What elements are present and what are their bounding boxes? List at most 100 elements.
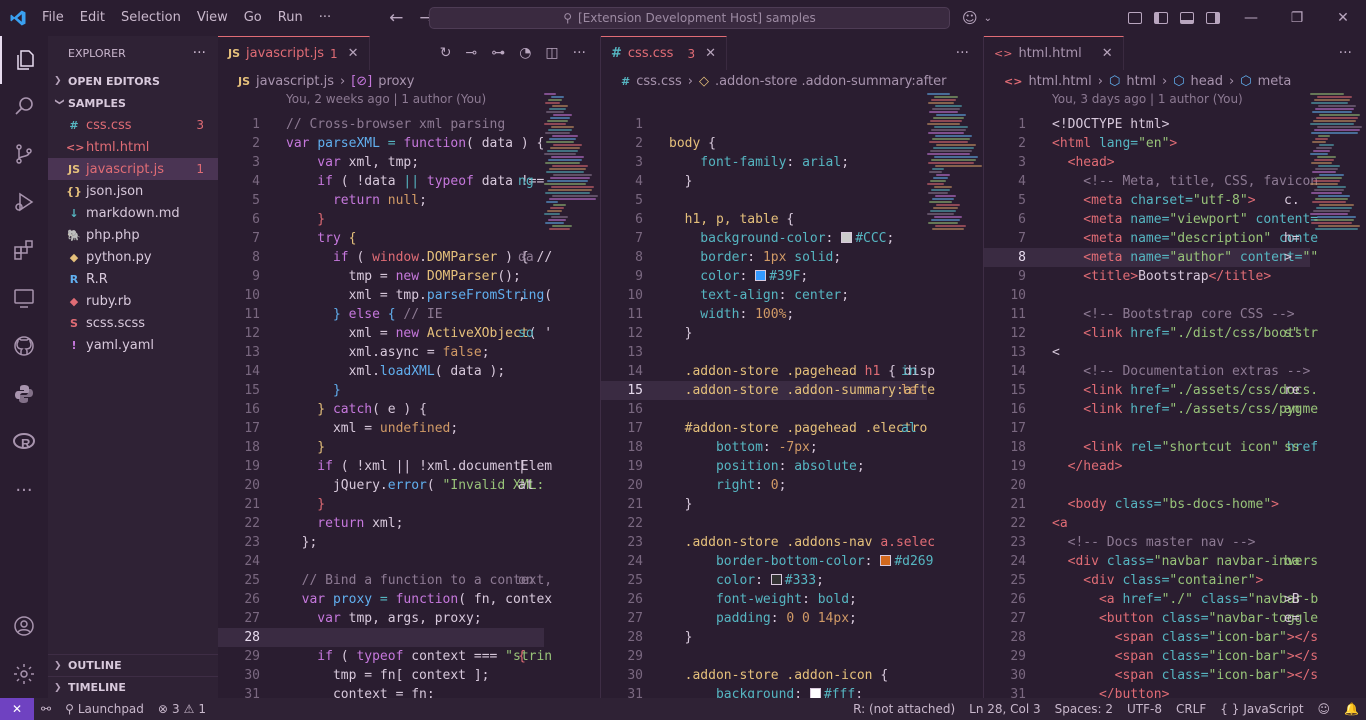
file-tree-item[interactable]: R R.R [48, 268, 218, 290]
close-icon[interactable]: ✕ [348, 46, 359, 61]
file-tree-item[interactable]: 🐘 php.php [48, 224, 218, 246]
split-editor-icon[interactable]: ◫ [545, 45, 558, 61]
color-swatch-icon[interactable] [770, 574, 782, 585]
close-window-icon[interactable]: ✕ [1320, 10, 1366, 26]
file-tree-item[interactable]: {} json.json [48, 180, 218, 202]
file-tree-item[interactable]: ◆ ruby.rb [48, 290, 218, 312]
more-actions-icon[interactable]: ··· [956, 45, 969, 61]
settings-gear-icon[interactable] [0, 650, 48, 698]
extensions-icon[interactable] [0, 226, 48, 274]
chevron-down-icon[interactable]: ⌄ [984, 13, 992, 24]
menu-item[interactable]: File [36, 0, 72, 36]
search-view-icon[interactable] [0, 82, 48, 130]
github-icon[interactable] [0, 322, 48, 370]
color-swatch-icon[interactable] [755, 270, 767, 281]
menu-item[interactable]: View [189, 0, 236, 36]
account-icon[interactable] [0, 602, 48, 650]
breadcrumb-file[interactable]: javascript.js [256, 74, 334, 89]
more-actions-icon[interactable]: ··· [1339, 45, 1352, 61]
code-token: border-bottom-color [669, 554, 865, 569]
status-launchpad[interactable]: ⚲ Launchpad [58, 702, 151, 716]
file-tree-item[interactable]: ◆ python.py [48, 246, 218, 268]
minimap[interactable] [544, 92, 600, 292]
status-copilot[interactable]: ☺ [1311, 702, 1338, 716]
more-icon[interactable]: ··· [0, 466, 48, 514]
status-eol[interactable]: CRLF [1169, 702, 1213, 716]
outline-section[interactable]: ❯ OUTLINE [48, 654, 218, 676]
file-tree-item[interactable]: ↓ markdown.md [48, 202, 218, 224]
tab-javascript[interactable]: JS javascript.js 1 ✕ [218, 36, 370, 70]
status-r-session[interactable]: R: (not attached) [846, 702, 962, 716]
minimap[interactable] [927, 92, 983, 292]
python-icon[interactable] [0, 370, 48, 418]
status-problems[interactable]: ⊗ 3 ⚠ 1 [151, 702, 213, 716]
remote-indicator-icon[interactable]: ✕ [0, 698, 34, 720]
color-swatch-icon[interactable] [841, 232, 853, 243]
breadcrumb-head[interactable]: head [1191, 74, 1223, 89]
minimize-icon[interactable]: — [1228, 10, 1274, 26]
menu-item[interactable]: Run [270, 0, 311, 36]
breadcrumb-file[interactable]: css.css [636, 74, 682, 89]
toggle-secondary-sidebar-icon[interactable] [1206, 12, 1220, 24]
color-swatch-icon[interactable] [880, 555, 892, 566]
code-line: 20 right: 0; [601, 476, 927, 495]
source-control-icon[interactable] [0, 130, 48, 178]
close-icon[interactable]: ✕ [1102, 46, 1113, 61]
restore-icon[interactable]: ❐ [1274, 10, 1320, 26]
code-editor[interactable]: 1 <!DOCTYPE html> 2 <html lang="en"> 3 <head… [984, 115, 1318, 698]
color-swatch-icon[interactable] [809, 688, 821, 698]
minimap-line [546, 201, 558, 203]
more-actions-icon[interactable]: ··· [573, 45, 586, 61]
remote-explorer-icon[interactable] [0, 274, 48, 322]
code-editor[interactable]: 1 2 body {3 font-family: arial; 4 } 5 6 h1, p… [601, 115, 935, 698]
breadcrumb-meta[interactable]: meta [1258, 74, 1292, 89]
customize-layout-icon[interactable] [1128, 12, 1142, 24]
explorer-icon[interactable] [0, 36, 48, 84]
back-arrow-icon[interactable]: ← [389, 8, 403, 28]
menu-item[interactable]: Go [236, 0, 270, 36]
close-icon[interactable]: ✕ [705, 46, 716, 61]
tab-css[interactable]: # css.css 3 ✕ [601, 36, 727, 70]
toggle-panel-icon[interactable] [1180, 12, 1194, 24]
file-tree-item[interactable]: <> html.html [48, 136, 218, 158]
codelens-blame[interactable]: You, 2 weeks ago | 1 author (You) [286, 92, 486, 110]
adjacent-code-fragment: s" [1284, 326, 1300, 341]
file-tree-item[interactable]: Sscss.scss [48, 312, 218, 334]
status-notifications[interactable]: 🔔 [1337, 702, 1366, 716]
minimap-line [546, 171, 584, 173]
r-language-icon[interactable]: R [0, 418, 48, 466]
code-token: : [778, 288, 795, 303]
copilot-icon[interactable]: ☺ [962, 9, 978, 27]
code-editor[interactable]: 1 // Cross-browser xml parsing 2 var parseX… [218, 115, 552, 698]
file-tree-item[interactable]: JS javascript.js 1 [48, 158, 218, 180]
git-commit-icon[interactable]: ⊸ [465, 45, 477, 61]
file-tree-item[interactable]: ! yaml.yaml [48, 334, 218, 356]
toggle-sidebar-icon[interactable] [1154, 12, 1168, 24]
breadcrumb-symbol[interactable]: proxy [378, 74, 414, 89]
more-actions-icon[interactable]: ··· [193, 45, 206, 61]
status-extension-host[interactable]: ⚯ [34, 702, 58, 716]
breadcrumb-symbol[interactable]: .addon-store .addon-summary:after [715, 74, 947, 89]
command-center-search[interactable]: ⚲ [Extension Development Host] samples [429, 7, 950, 29]
breadcrumb-file[interactable]: html.html [1028, 74, 1091, 89]
tab-html[interactable]: <> html.html ✕ [984, 36, 1124, 70]
file-tree-item[interactable]: # css.css 3 [48, 114, 218, 136]
open-editors-section[interactable]: ❯ OPEN EDITORS [48, 70, 218, 92]
status-cursor-position[interactable]: Ln 28, Col 3 [962, 702, 1048, 716]
menu-item[interactable]: Edit [72, 0, 113, 36]
menu-item[interactable]: ··· [311, 0, 339, 36]
samples-section[interactable]: ❯ SAMPLES [48, 92, 218, 114]
timeline-icon[interactable]: ◔ [519, 45, 531, 61]
timeline-section[interactable]: ❯ TIMELINE [48, 676, 218, 698]
codelens-blame[interactable]: You, 3 days ago | 1 author (You) [1052, 92, 1243, 110]
menu-item[interactable]: Selection [113, 0, 189, 36]
git-compare-icon[interactable]: ↻ [440, 45, 452, 61]
status-indentation[interactable]: Spaces: 2 [1048, 702, 1120, 716]
breadcrumb-html[interactable]: html [1126, 74, 1156, 89]
code-text: // Cross-browser xml parsing [286, 115, 505, 134]
git-branch-icon[interactable]: ⊶ [491, 45, 505, 61]
minimap[interactable] [1310, 92, 1366, 292]
run-debug-icon[interactable] [0, 178, 48, 226]
status-language[interactable]: { } JavaScript [1213, 702, 1310, 716]
status-encoding[interactable]: UTF-8 [1120, 702, 1169, 716]
